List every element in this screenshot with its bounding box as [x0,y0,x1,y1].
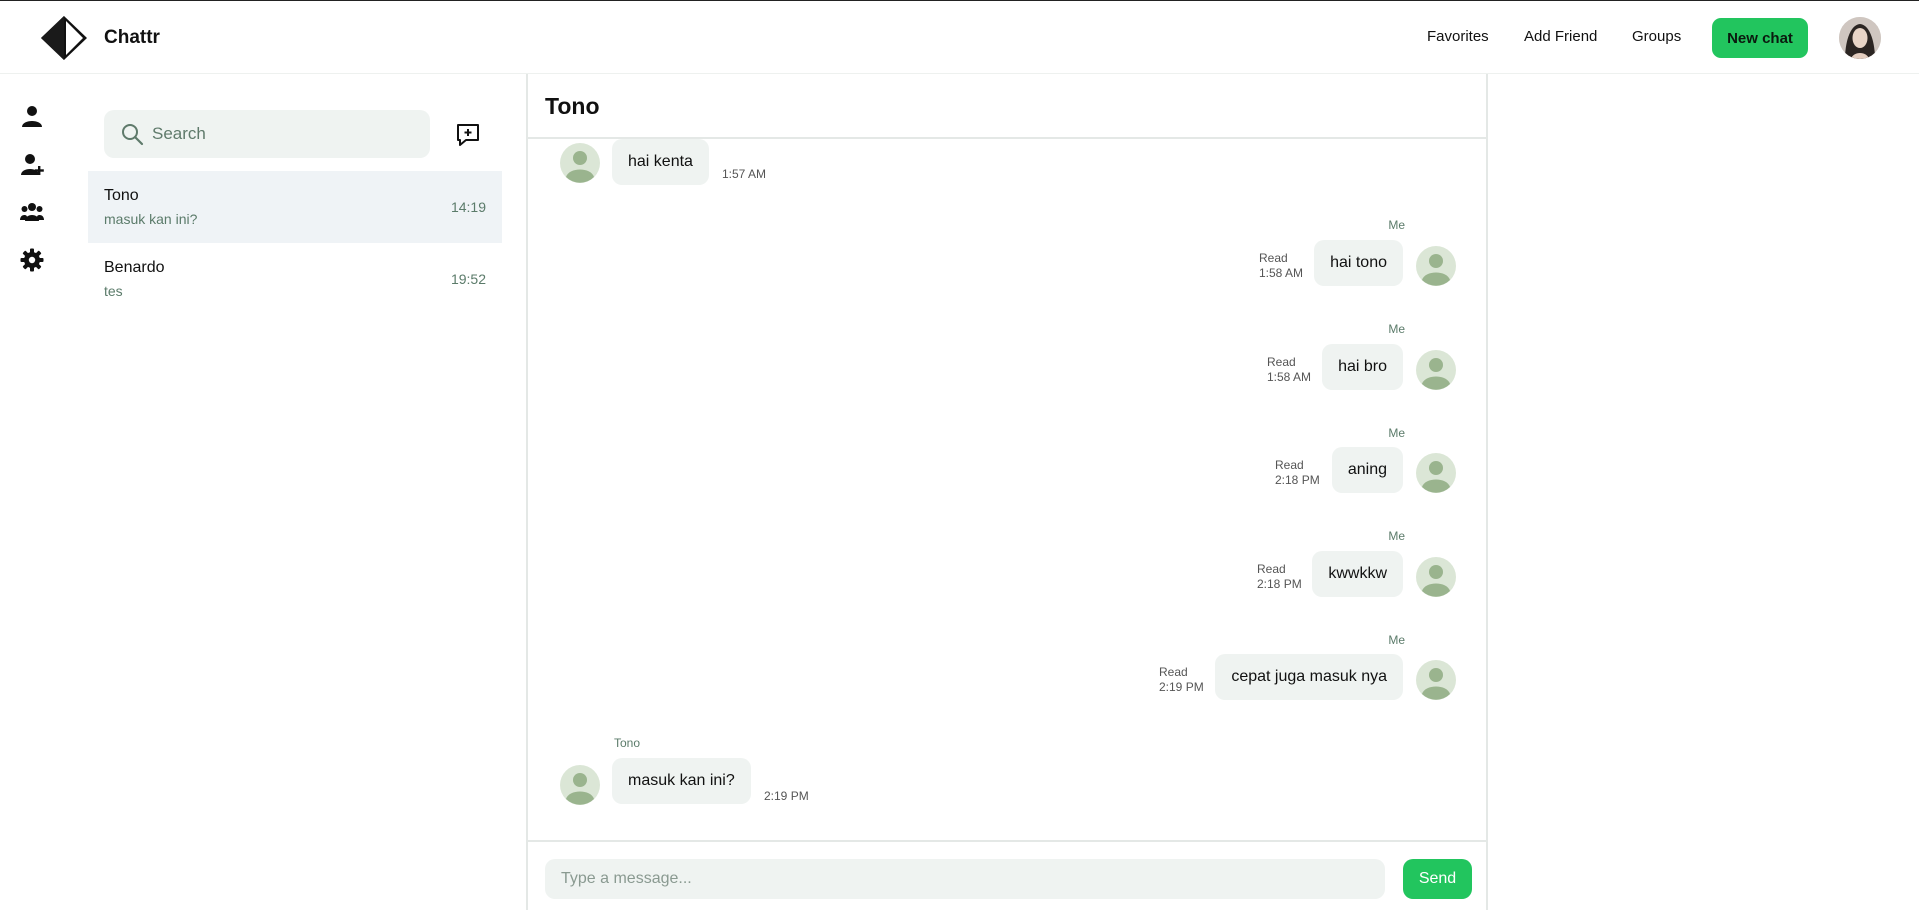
settings-icon[interactable] [20,248,44,272]
avatar-placeholder-icon [1416,660,1456,700]
send-button[interactable]: Send [1403,859,1472,899]
avatar-placeholder-icon [560,143,600,183]
search-box [104,110,430,158]
message-bubble: kwwkkw [1312,551,1403,597]
message-bubble: hai bro [1322,344,1403,390]
chat-header: Tono [528,74,1486,139]
message-bubble: aning [1331,447,1403,493]
conversation-time: 19:52 [450,271,486,287]
nav-groups[interactable]: Groups [1632,28,1681,45]
conversation-item[interactable]: Benardo tes 19:52 [88,243,502,315]
avatar-placeholder-icon [1416,557,1456,597]
nav-favorites[interactable]: Favorites [1427,28,1489,45]
read-status: Read [1267,355,1296,369]
sender-label: Me [1388,426,1405,440]
avatar-placeholder-icon [1416,453,1456,493]
search-input[interactable] [152,124,412,144]
user-icon[interactable] [20,104,44,128]
avatar-placeholder-icon [1416,350,1456,390]
message-time: 1:58 AM [1267,370,1312,384]
sender-label: Me [1388,218,1405,232]
user-avatar[interactable] [1839,17,1881,59]
message-time: 1:58 AM [1259,266,1304,280]
conversation-name: Benardo [104,259,165,276]
conversation-item[interactable]: Tono masuk kan ini? 14:19 [88,171,502,243]
message-composer: Send [528,840,1486,910]
new-message-icon[interactable] [455,122,481,148]
logo-icon[interactable] [39,15,89,61]
message-input[interactable] [545,859,1385,899]
chat-title: Tono [545,93,600,119]
read-status: Read [1275,458,1304,472]
sender-label: Me [1388,529,1405,543]
conversation-time: 14:19 [450,199,486,215]
message-time: 2:19 PM [764,789,809,803]
profile-photo-icon [1839,17,1881,59]
add-user-icon[interactable] [20,152,44,176]
conversation-panel: Tono masuk kan ini? 14:19 Benardo tes 19… [88,74,526,910]
message-time: 1:57 AM [722,167,767,181]
new-chat-button[interactable]: New chat [1712,18,1808,58]
sender-label: Tono [614,736,641,750]
chat-panel: Tono hai kenta 1:57 AM Me hai tono Read … [526,74,1488,910]
message-bubble: hai tono [1314,240,1403,286]
sender-label: Me [1388,322,1405,336]
sender-label: Me [1388,633,1405,647]
search-icon [122,124,144,146]
avatar-placeholder-icon [1416,246,1456,286]
message-time: 2:18 PM [1275,473,1320,487]
message-bubble: cepat juga masuk nya [1215,654,1403,700]
message-bubble: masuk kan ini? [612,758,751,804]
conversation-name: Tono [104,187,139,204]
message-bubble: hai kenta [612,139,709,185]
message-time: 2:18 PM [1257,577,1302,591]
read-status: Read [1259,251,1288,265]
read-status: Read [1159,665,1188,679]
brand-name[interactable]: Chattr [104,27,160,49]
nav-add-friend[interactable]: Add Friend [1524,28,1597,45]
read-status: Read [1257,562,1286,576]
message-list[interactable]: hai kenta 1:57 AM Me hai tono Read 1:58 … [528,139,1486,840]
icon-rail [0,74,64,910]
conversation-preview: tes [104,283,123,299]
message-time: 2:19 PM [1159,680,1204,694]
conversation-preview: masuk kan ini? [104,211,198,227]
group-icon[interactable] [20,200,44,224]
top-navbar: Chattr Favorites Add Friend Groups New c… [0,0,1919,74]
avatar-placeholder-icon [560,765,600,805]
